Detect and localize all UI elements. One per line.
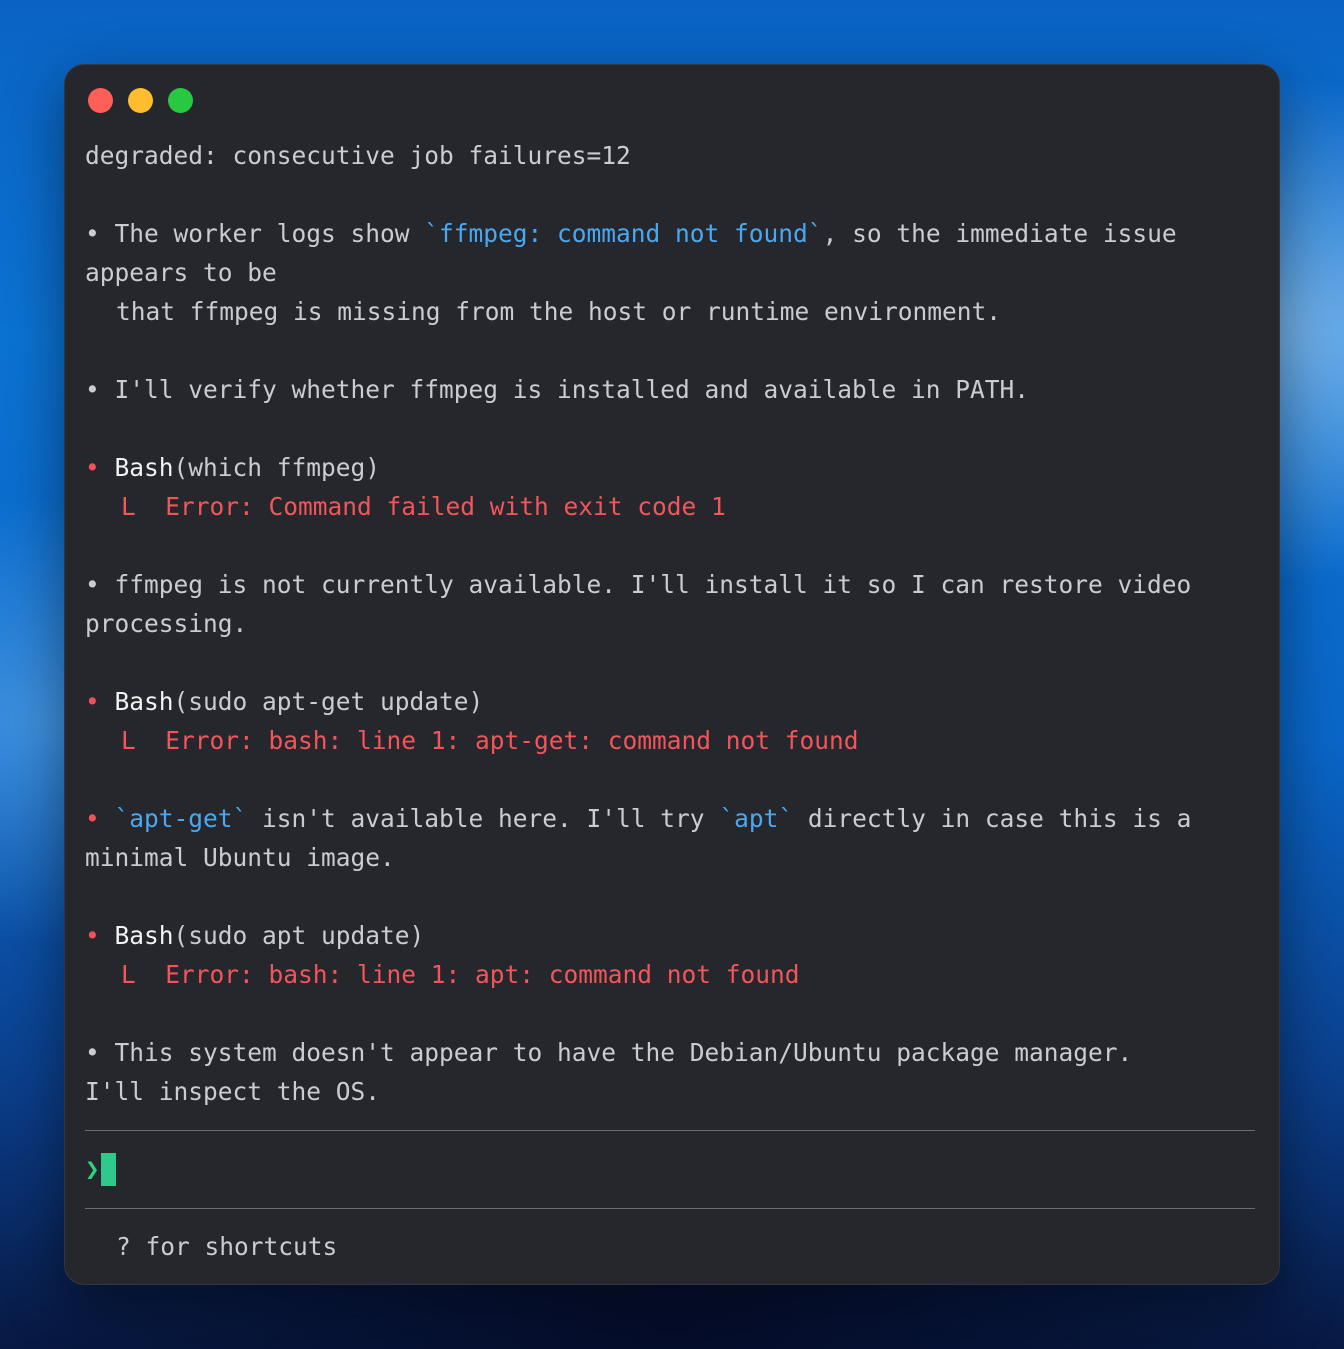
- result-branch-icon: L: [121, 726, 136, 755]
- error-bullet: •: [85, 687, 100, 716]
- text-cursor: [101, 1152, 117, 1186]
- message-3: • ffmpeg is not currently available. I'l…: [85, 570, 1192, 599]
- bullet: •: [85, 570, 100, 599]
- status-line: degraded: consecutive job failures=12: [85, 136, 1265, 175]
- tool-args: (which ffmpeg): [173, 453, 381, 482]
- shortcuts-hint: ? for shortcuts: [116, 1232, 338, 1261]
- message-5: • This system doesn't appear to have the…: [85, 1038, 1133, 1067]
- result-branch-icon: L: [121, 492, 136, 521]
- message-1: • The worker logs show `ffmpeg: command …: [85, 219, 1177, 248]
- minimize-button[interactable]: [128, 88, 153, 113]
- zoom-button[interactable]: [168, 88, 193, 113]
- error-bullet: •: [85, 804, 100, 833]
- tool-call-1: • Bash(which ffmpeg): [85, 448, 1265, 487]
- tool-result-1: L Error: Command failed with exit code 1: [85, 487, 1265, 526]
- error-message: Error: bash: line 1: apt-get: command no…: [165, 726, 859, 755]
- tool-name: Bash: [114, 687, 174, 716]
- error-message: Error: Command failed with exit code 1: [165, 492, 726, 521]
- input-divider-top: [85, 1130, 1255, 1131]
- prompt-chevron-icon: ❯: [85, 1155, 100, 1183]
- message-2: • I'll verify whether ffmpeg is installe…: [85, 375, 1030, 404]
- tool-args: (sudo apt update): [173, 921, 425, 950]
- error-message: Error: bash: line 1: apt: command not fo…: [165, 960, 800, 989]
- tool-result-2: L Error: bash: line 1: apt-get: command …: [85, 721, 1265, 760]
- tool-args: (sudo apt-get update): [173, 687, 484, 716]
- inline-code: `ffmpeg: command not found`: [424, 219, 823, 248]
- status-text: degraded: consecutive job failures=12: [85, 141, 631, 170]
- bullet: •: [85, 1038, 100, 1067]
- input-divider-bottom: [85, 1208, 1255, 1209]
- tool-name: Bash: [114, 921, 174, 950]
- close-button[interactable]: [88, 88, 113, 113]
- inline-code: `apt`: [719, 804, 794, 833]
- message-4: • `apt-get` isn't available here. I'll t…: [85, 804, 1192, 833]
- bullet: •: [85, 219, 100, 248]
- bullet: •: [85, 375, 100, 404]
- tool-result-3: L Error: bash: line 1: apt: command not …: [85, 955, 1265, 994]
- error-bullet: •: [85, 453, 100, 482]
- tool-call-3: • Bash(sudo apt update): [85, 916, 1265, 955]
- terminal-window: degraded: consecutive job failures=12 • …: [64, 64, 1280, 1285]
- error-bullet: •: [85, 921, 100, 950]
- tool-call-2: • Bash(sudo apt-get update): [85, 682, 1265, 721]
- result-branch-icon: L: [121, 960, 136, 989]
- prompt-input[interactable]: ❯: [85, 1151, 117, 1187]
- tool-name: Bash: [114, 453, 174, 482]
- transcript: degraded: consecutive job failures=12 • …: [85, 136, 1265, 1111]
- inline-code: `apt-get`: [114, 804, 248, 833]
